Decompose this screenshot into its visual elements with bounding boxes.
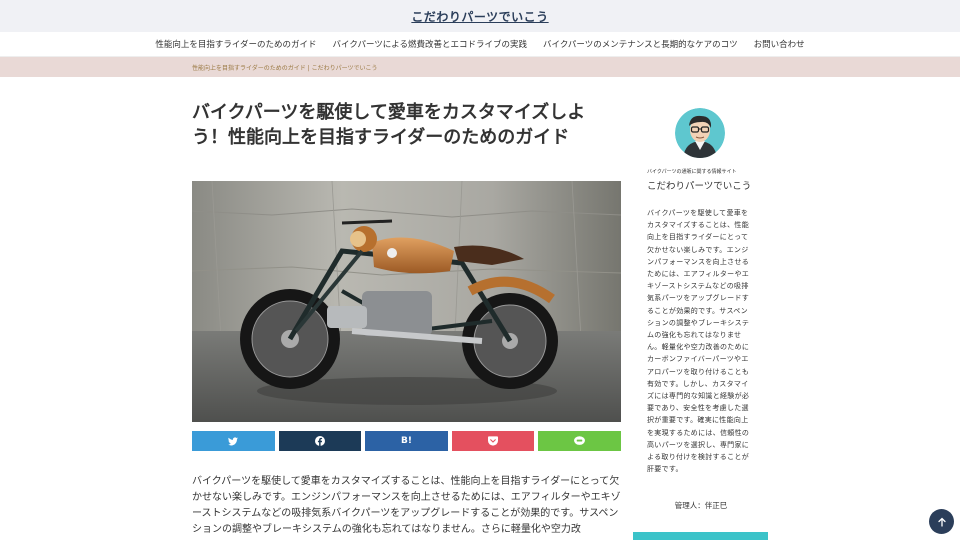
breadcrumb[interactable]: 性能向上を目指すライダーのためのガイド | こだわりパーツでいこう — [192, 63, 377, 72]
facebook-share-button[interactable] — [278, 431, 362, 451]
motorcycle-photo — [192, 181, 621, 422]
pocket-icon — [488, 436, 499, 446]
sidebar-description: バイクパーツを駆使して愛車をカスタマイズすることは、性能向上を目指すライダーにと… — [647, 209, 750, 474]
article-header: バイクパーツを駆使して愛車をカスタマイズしよう！性能向上を目指すライダーのための… — [192, 100, 621, 150]
facebook-icon — [314, 436, 325, 446]
nav-item-fuel-economy[interactable]: バイクパーツによる燃費改善とエコドライブの実践 — [333, 38, 527, 50]
page-title: バイクパーツを駆使して愛車をカスタマイズしよう！性能向上を目指すライダーのための… — [192, 102, 586, 148]
twitter-icon — [228, 436, 239, 445]
article-body: バイクパーツを駆使して愛車をカスタマイズすることは、性能向上を目指すライダーにと… — [192, 476, 621, 535]
nav-item-maintenance[interactable]: バイクパーツのメンテナンスと長期的なケアのコツ — [543, 38, 738, 50]
back-to-top-button[interactable] — [929, 509, 954, 534]
line-icon — [574, 436, 586, 445]
sidebar-admin: 管理人：伴正巳 — [674, 501, 728, 510]
sidebar-caption: バイクパーツの通販に関する情報サイト — [647, 169, 737, 175]
breadcrumb-bar: 性能向上を目指すライダーのためのガイド | こだわりパーツでいこう — [0, 57, 960, 77]
pocket-share-button[interactable] — [451, 431, 535, 451]
hatena-icon: B! — [401, 436, 412, 446]
global-nav: 性能向上を目指すライダーのためのガイド バイクパーツによる燃費改善とエコドライブ… — [0, 32, 960, 57]
sidebar-site-name: こだわりパーツでいこう — [647, 181, 752, 192]
site-title-link[interactable]: こだわりパーツでいこう — [411, 8, 548, 25]
hatena-share-button[interactable]: B! — [365, 431, 448, 451]
twitter-share-button[interactable] — [192, 431, 275, 451]
nav-item-performance-guide[interactable]: 性能向上を目指すライダーのためのガイド — [155, 38, 316, 50]
site-header: こだわりパーツでいこう — [0, 0, 960, 32]
line-share-button[interactable] — [538, 431, 621, 451]
arrow-up-icon — [937, 517, 946, 527]
author-avatar — [675, 108, 725, 158]
sidebar-widget-header — [633, 532, 768, 540]
nav-item-contact[interactable]: お問い合わせ — [754, 38, 805, 50]
share-buttons: B! — [192, 431, 621, 451]
